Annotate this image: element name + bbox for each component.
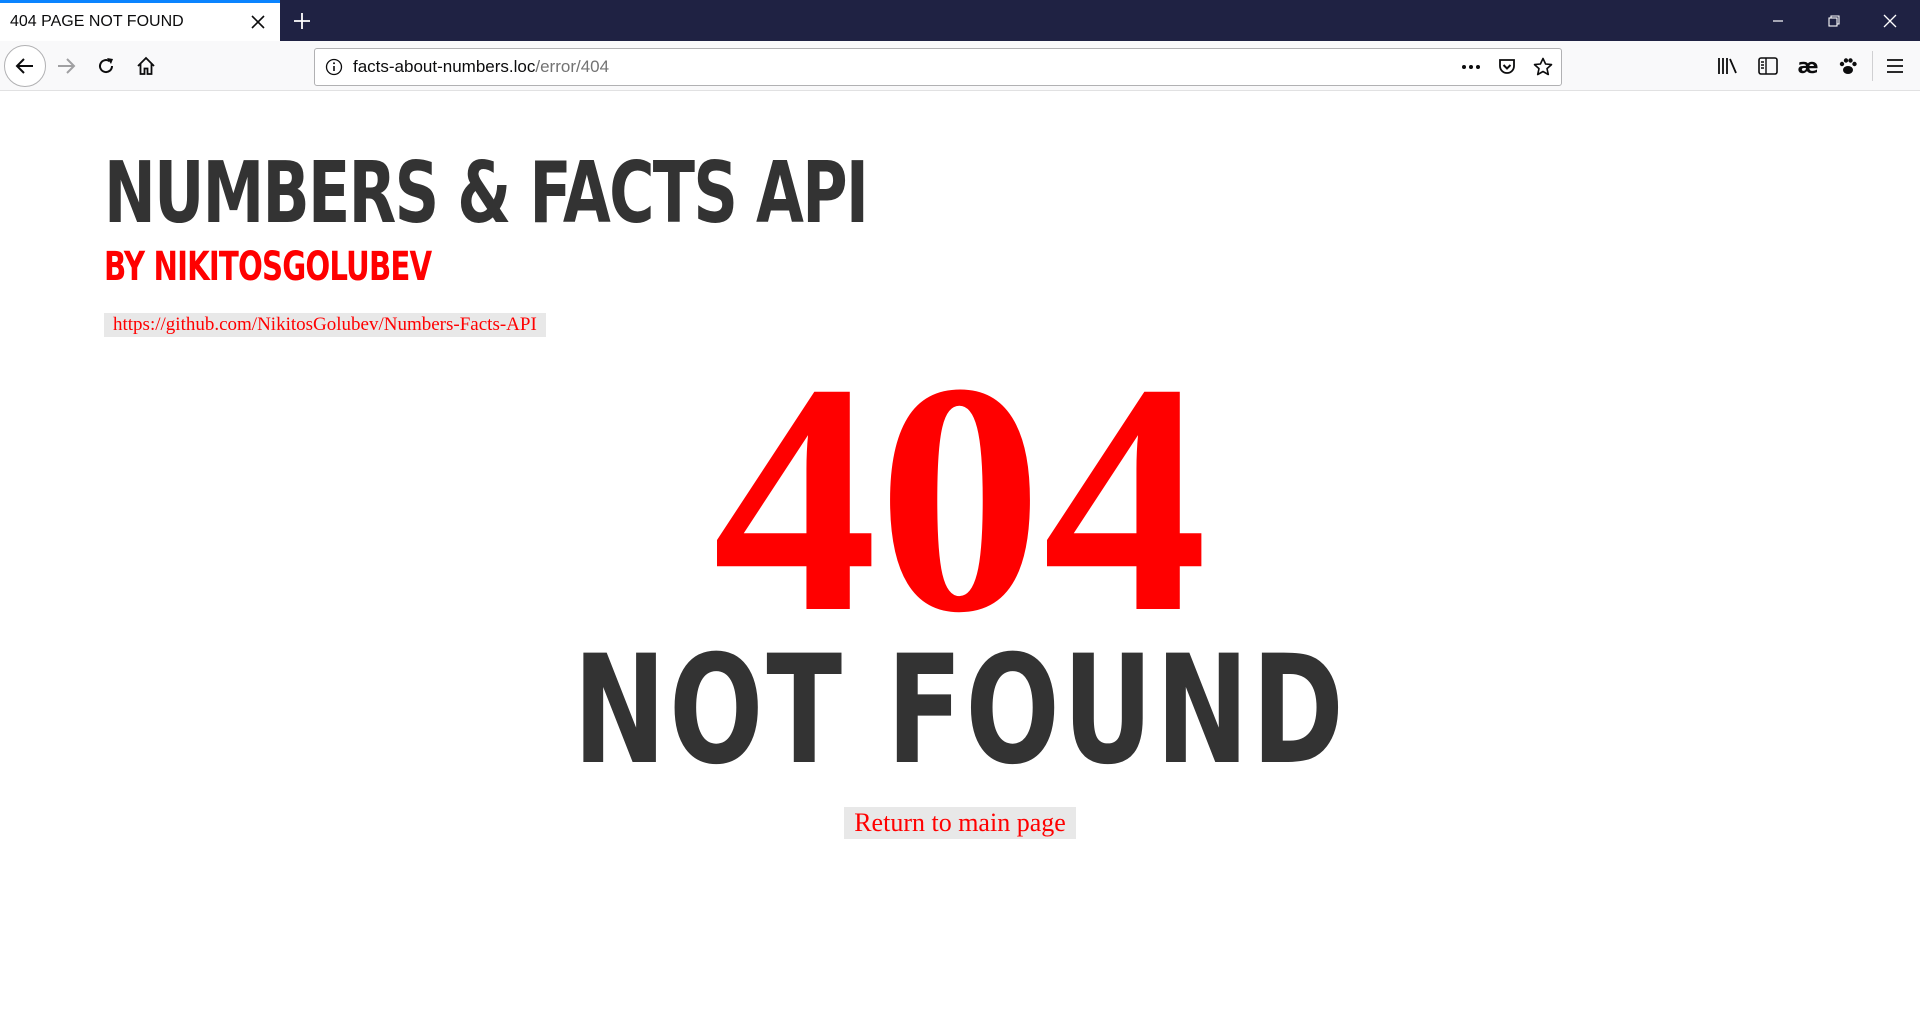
url-path: /error/404: [535, 57, 610, 76]
pocket-icon[interactable]: [1489, 49, 1525, 85]
error-code: 404: [712, 316, 1208, 681]
reload-icon: [99, 58, 114, 74]
arrow-left-icon: [15, 58, 33, 74]
page-content: NUMBERS & FACTS API BY NIKITOSGOLUBEV ht…: [0, 92, 1920, 1024]
url-host: facts-about-numbers.loc: [353, 57, 536, 76]
page-actions-icon[interactable]: [1453, 49, 1489, 85]
paw-icon: [1839, 58, 1857, 74]
back-button[interactable]: [4, 45, 46, 87]
home-button[interactable]: [128, 48, 164, 84]
new-tab-button[interactable]: [284, 3, 320, 39]
restore-icon: [1828, 14, 1840, 27]
library-button[interactable]: [1710, 48, 1746, 84]
minimize-button[interactable]: [1750, 0, 1806, 41]
return-to-main-page-link[interactable]: Return to main page: [844, 807, 1076, 839]
forward-button[interactable]: [48, 48, 84, 84]
plus-icon: [294, 13, 310, 29]
sidebar-button[interactable]: [1750, 48, 1786, 84]
address-bar[interactable]: facts-about-numbers.loc/error/404: [314, 48, 1562, 86]
site-subtitle: BY NIKITOSGOLUBEV: [104, 243, 432, 291]
home-icon: [137, 56, 155, 75]
tab-close-icon[interactable]: [240, 4, 276, 40]
bookmark-star-icon[interactable]: [1525, 49, 1561, 85]
navigation-bar: facts-about-numbers.loc/error/404 æ: [0, 41, 1920, 91]
close-window-button[interactable]: [1862, 0, 1918, 41]
library-icon: [1718, 58, 1737, 74]
restore-button[interactable]: [1806, 0, 1862, 41]
ae-extension-icon: æ: [1797, 54, 1819, 78]
close-icon: [1883, 14, 1897, 27]
arrow-right-icon: [58, 58, 76, 74]
reload-button[interactable]: [88, 48, 124, 84]
hamburger-menu-icon: [1887, 59, 1903, 73]
minimize-icon: [1773, 19, 1783, 22]
tab-title: 404 PAGE NOT FOUND: [10, 13, 184, 30]
sidebar-icon: [1758, 57, 1778, 75]
info-icon[interactable]: [315, 49, 353, 85]
paw-extension-button[interactable]: [1830, 48, 1866, 84]
ae-extension-button[interactable]: æ: [1790, 48, 1826, 84]
toolbar-separator: [1872, 51, 1873, 81]
site-title: NUMBERS & FACTS API: [104, 142, 869, 243]
url-text[interactable]: facts-about-numbers.loc/error/404: [353, 57, 1453, 77]
menu-button[interactable]: [1877, 48, 1913, 84]
tab-strip: 404 PAGE NOT FOUND: [0, 0, 1920, 41]
tab-active[interactable]: 404 PAGE NOT FOUND: [0, 0, 280, 41]
error-message: NOT FOUND: [573, 624, 1347, 798]
